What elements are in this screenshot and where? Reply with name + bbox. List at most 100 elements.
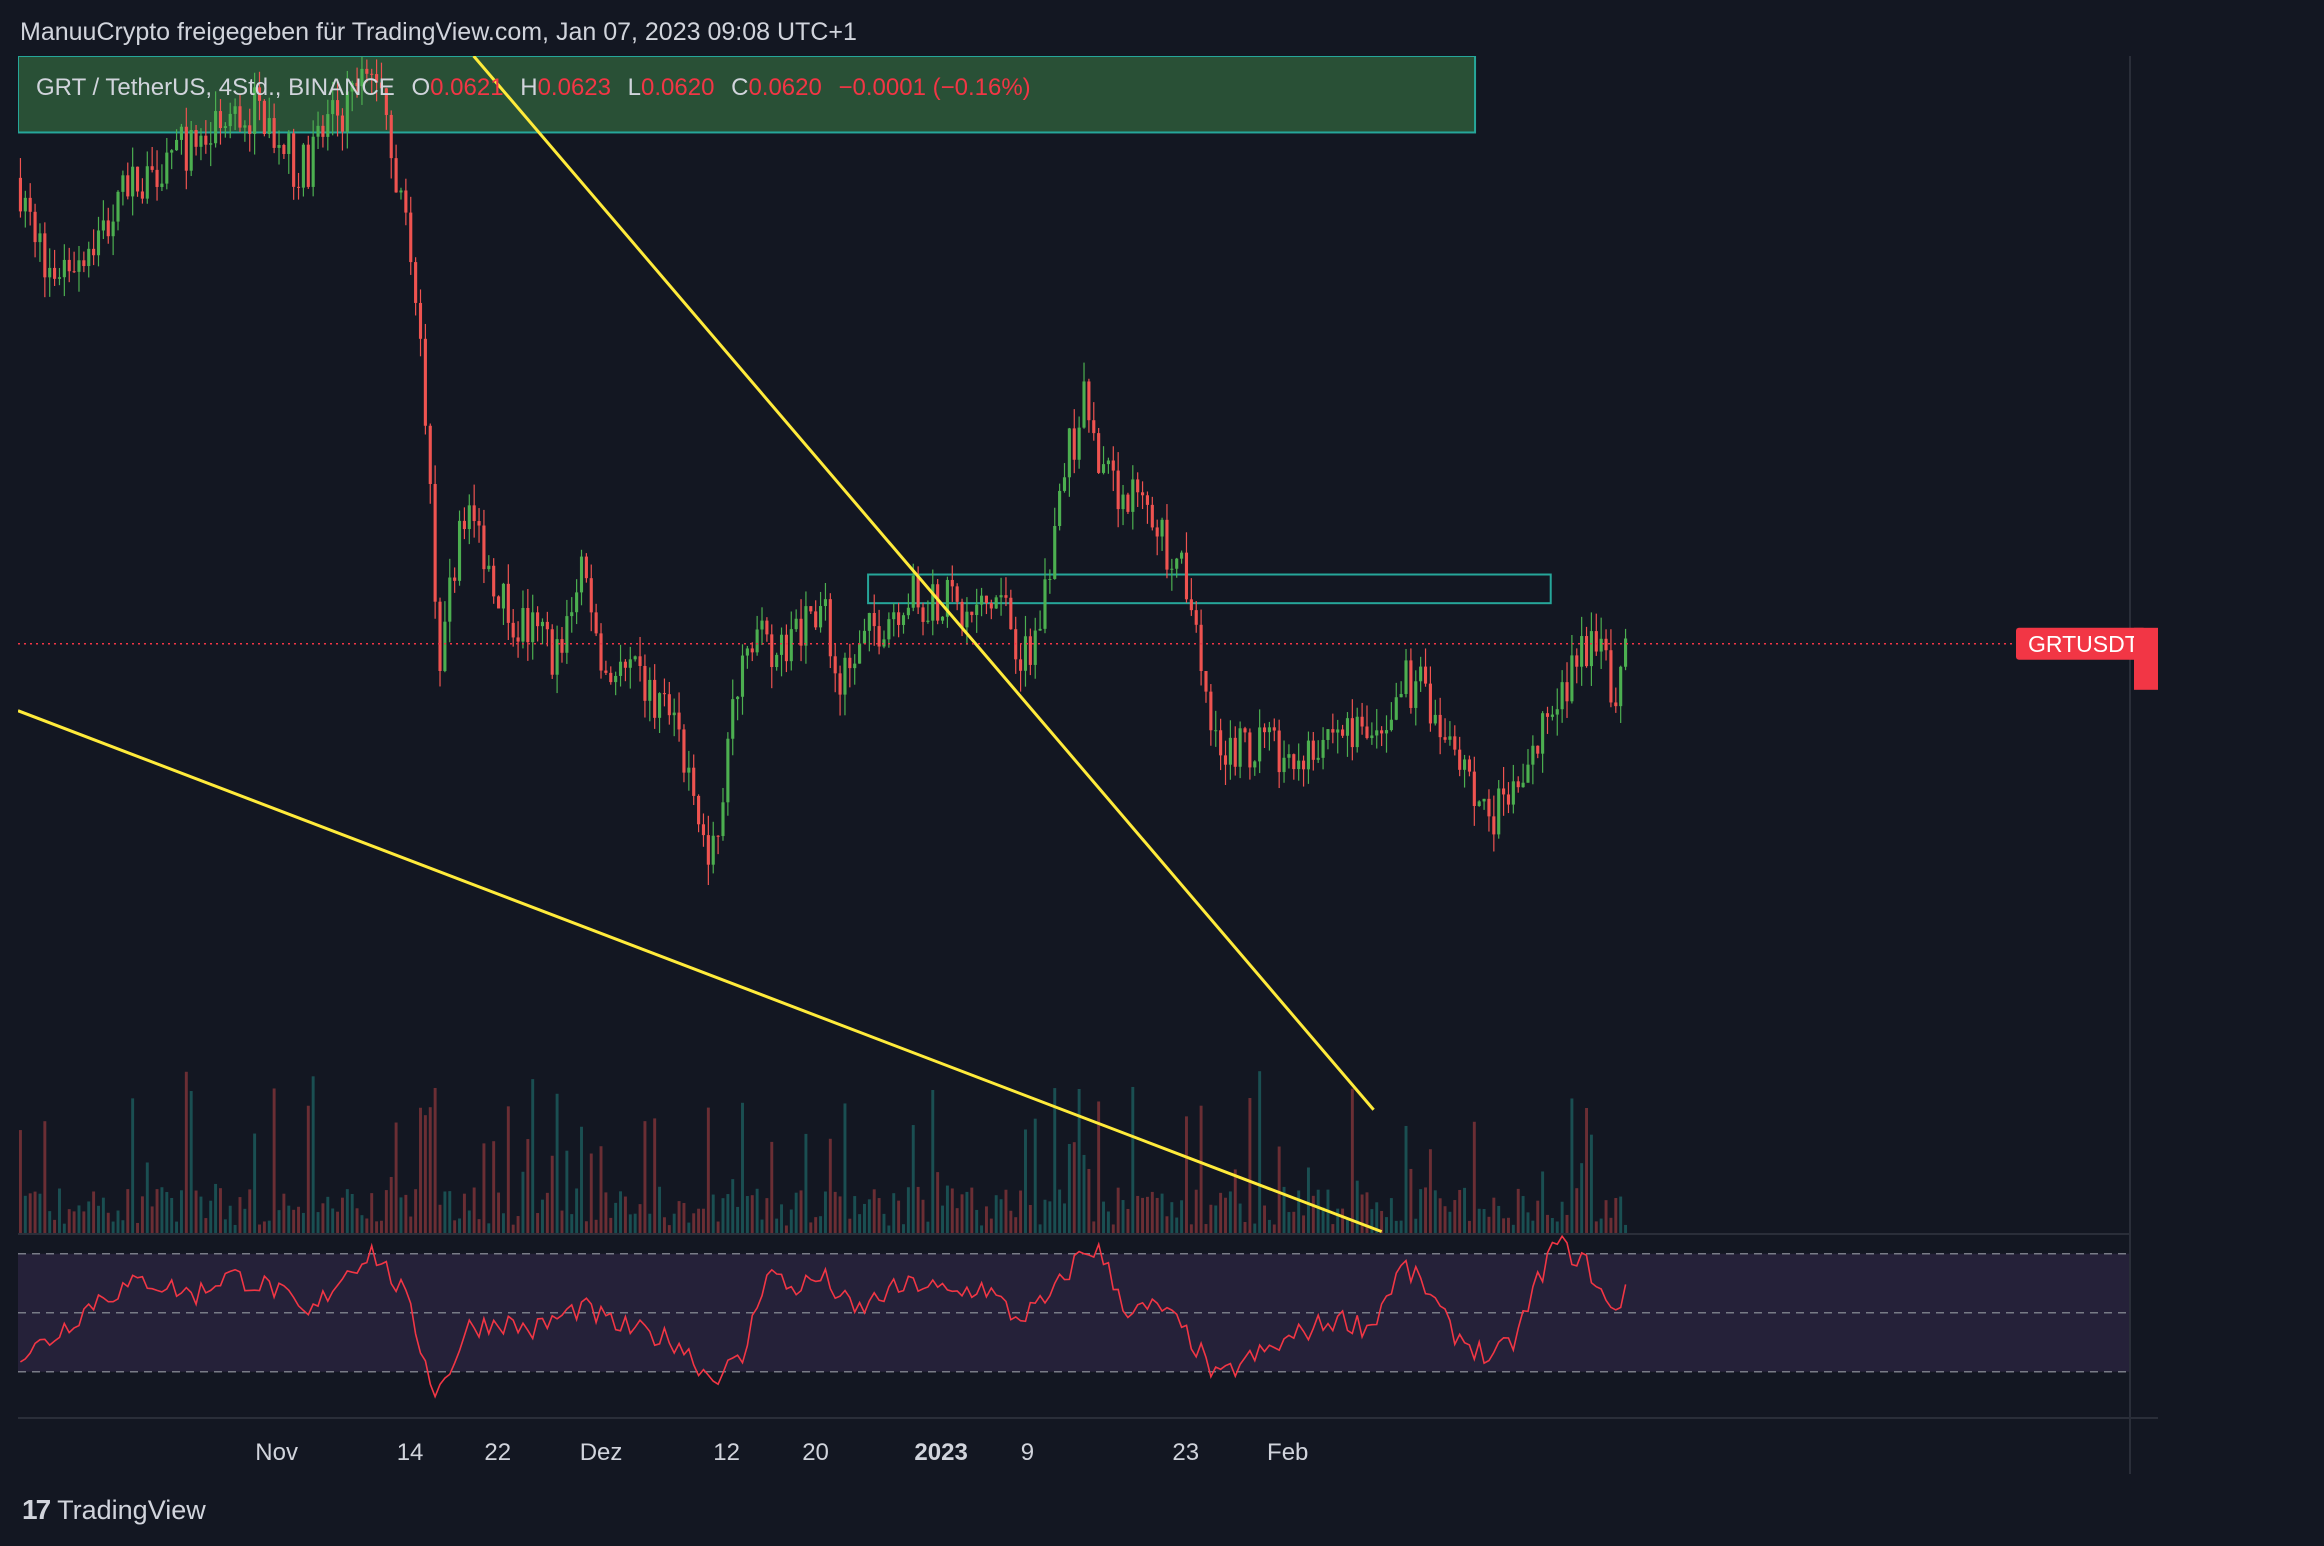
candle-body — [1438, 714, 1442, 738]
volume-bar — [111, 1221, 115, 1234]
candle-body — [1487, 798, 1491, 817]
low-value: 0.0620 — [641, 74, 715, 101]
volume-bar — [775, 1218, 779, 1234]
candle-body — [589, 578, 593, 613]
volume-bar — [1067, 1143, 1071, 1234]
volume-bar — [1619, 1196, 1623, 1234]
candle-body — [155, 169, 159, 187]
volume-bar — [711, 1194, 715, 1234]
volume-bar — [170, 1197, 174, 1234]
candle-body — [1277, 730, 1281, 773]
volume-bar — [1531, 1220, 1535, 1234]
volume-bar — [145, 1162, 149, 1234]
candle-body — [194, 130, 198, 147]
volume-bar — [438, 1204, 442, 1234]
candle-body — [765, 620, 769, 635]
volume-bar — [106, 1212, 110, 1234]
candle-body — [872, 613, 876, 627]
candle-body — [965, 611, 969, 628]
volume-bar — [355, 1208, 359, 1234]
candle-body — [43, 233, 47, 278]
candle-body — [804, 606, 808, 646]
candle-body — [1136, 479, 1140, 493]
candle-body — [1009, 597, 1013, 630]
volume-bar — [214, 1183, 218, 1234]
candle-body — [453, 577, 457, 581]
volume-bar — [1087, 1168, 1091, 1234]
tradingview-logo[interactable]: 17 TradingView — [22, 1494, 206, 1526]
volume-bar — [443, 1191, 447, 1234]
chart-area[interactable]: USDT0.08000.07500.07000.06500.06000.0550… — [18, 56, 2158, 1474]
candle-body — [218, 111, 223, 129]
candle-body — [1545, 713, 1550, 717]
volume-bar — [194, 1190, 198, 1234]
volume-bar — [1180, 1200, 1184, 1234]
candle-body — [931, 584, 935, 621]
candle-body — [833, 656, 837, 674]
volume-bar — [1385, 1217, 1388, 1234]
volume-bar — [589, 1153, 593, 1234]
candle-body — [243, 125, 247, 128]
candle-body — [1521, 782, 1525, 788]
candle-body — [526, 607, 530, 643]
candle-body — [1155, 527, 1159, 537]
volume-bar — [1131, 1086, 1135, 1234]
candle-body — [1428, 683, 1432, 724]
volume-bar — [799, 1190, 803, 1234]
volume-bar — [1482, 1208, 1486, 1234]
volume-bar — [345, 1189, 349, 1234]
volume-bar — [911, 1125, 915, 1234]
volume-bar — [482, 1143, 486, 1234]
price-chart[interactable]: USDT0.08000.07500.07000.06500.06000.0550… — [18, 56, 2158, 1474]
candle-body — [506, 583, 510, 623]
volume-bar — [833, 1191, 837, 1234]
volume-bar — [340, 1197, 344, 1234]
candle-body — [862, 630, 867, 644]
volume-bar — [1204, 1224, 1208, 1234]
candle-body — [28, 197, 32, 212]
candle-body — [887, 619, 891, 640]
volume-bar — [1302, 1215, 1306, 1234]
volume-bar — [301, 1212, 305, 1234]
volume-bar — [18, 1130, 22, 1234]
candle-body — [677, 712, 681, 730]
candle-body — [145, 166, 149, 199]
candle-body — [1419, 666, 1423, 682]
candle-body — [1253, 761, 1257, 768]
volume-bar — [980, 1225, 984, 1234]
volume-bar — [492, 1141, 496, 1234]
volume-bar — [1477, 1208, 1481, 1234]
candle-body — [414, 262, 418, 303]
volume-bar — [1126, 1208, 1130, 1234]
time-label: 20 — [802, 1439, 829, 1466]
volume-bar — [682, 1203, 686, 1234]
volume-bar — [1014, 1217, 1018, 1234]
candle-body — [214, 111, 218, 144]
candle-body — [438, 601, 442, 671]
volume-bar — [404, 1194, 408, 1234]
candle-body — [1570, 655, 1574, 702]
candle-body — [614, 675, 618, 683]
volume-bar — [1331, 1224, 1335, 1234]
volume-bar — [1448, 1211, 1452, 1234]
candle-body — [1614, 702, 1618, 707]
candle-body — [955, 586, 959, 602]
volume-bar — [380, 1220, 383, 1234]
volume-bar — [1526, 1212, 1530, 1234]
low-label: L — [627, 74, 642, 101]
candle-body — [1511, 781, 1515, 805]
candle-body — [467, 505, 471, 530]
volume-bar — [1428, 1149, 1432, 1234]
candle-body — [209, 143, 213, 145]
candle-body — [1238, 728, 1242, 767]
volume-bar — [1516, 1188, 1520, 1234]
volume-bar — [38, 1193, 42, 1234]
volume-bar — [804, 1133, 808, 1234]
volume-bar — [731, 1179, 735, 1234]
volume-bar — [706, 1107, 710, 1234]
volume-bar — [116, 1210, 120, 1234]
candle-body — [892, 612, 896, 620]
candle-body — [1272, 727, 1276, 731]
volume-bar — [1170, 1202, 1174, 1234]
volume-bar — [736, 1206, 740, 1234]
